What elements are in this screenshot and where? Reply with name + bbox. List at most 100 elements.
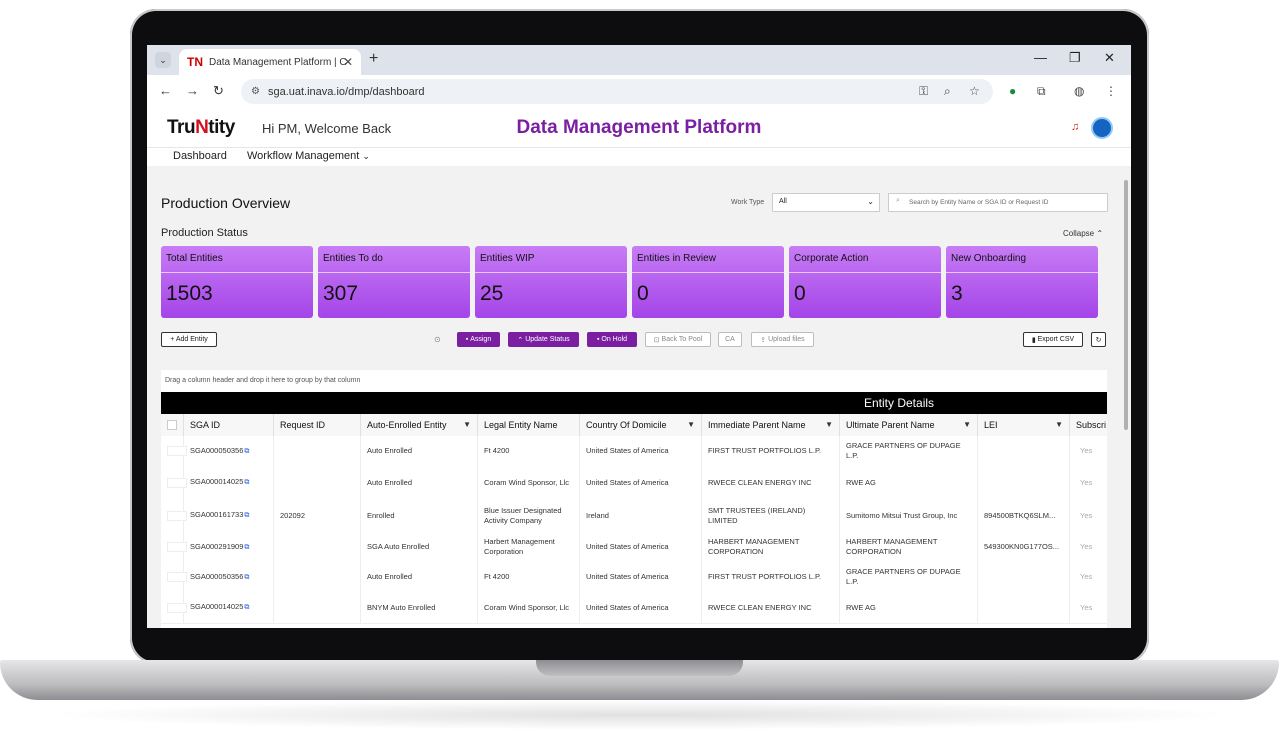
cell-country: United States of America: [580, 592, 702, 623]
forward-icon[interactable]: →: [186, 83, 199, 98]
sga-id-link[interactable]: SGA000014025⧉: [184, 477, 249, 488]
work-type-select[interactable]: All ⌄: [772, 193, 880, 212]
new-tab-icon[interactable]: +: [369, 50, 378, 68]
cell-sga-id[interactable]: SGA000050356⧉: [184, 562, 274, 592]
browser-menu-icon[interactable]: ⋮: [1105, 84, 1117, 98]
header-sga-id[interactable]: SGA ID: [184, 414, 274, 436]
header-immediate-parent[interactable]: Immediate Parent Name ▼: [702, 414, 840, 436]
sga-id-link[interactable]: SGA000291909⧉: [184, 542, 249, 553]
menu-dashboard[interactable]: Dashboard: [173, 150, 227, 162]
extensions-puzzle-icon[interactable]: ⧉: [1037, 84, 1046, 99]
notification-bell-icon[interactable]: ♫: [1071, 121, 1079, 133]
header-country[interactable]: Country Of Domicile ▼: [580, 414, 702, 436]
entity-search-input[interactable]: ⌕ Search by Entity Name or SGA ID or Req…: [888, 193, 1108, 212]
card-entities-in-review[interactable]: Entities in Review 0: [632, 246, 784, 318]
scrollbar-thumb[interactable]: [1124, 180, 1128, 430]
maximize-icon[interactable]: ❐: [1069, 50, 1081, 66]
external-link-icon[interactable]: ⧉: [244, 512, 249, 519]
card-corporate-action[interactable]: Corporate Action 0: [789, 246, 941, 318]
select-all-checkbox[interactable]: [167, 420, 177, 430]
filter-icon[interactable]: ▼: [687, 420, 695, 429]
card-new-onboarding[interactable]: New Onboarding 3: [946, 246, 1098, 318]
upload-icon: ⇪: [760, 336, 769, 344]
chevron-down-icon: ⌄: [867, 197, 874, 206]
cell-ultimate-parent: RWE AG: [840, 592, 978, 623]
external-link-icon[interactable]: ⧉: [244, 448, 249, 455]
upload-files-button[interactable]: ⇪ Upload files: [751, 332, 814, 347]
collapse-toggle[interactable]: Collapse ⌃: [1063, 229, 1103, 238]
external-link-icon[interactable]: ⧉: [244, 544, 249, 551]
window-close-icon[interactable]: ✕: [1104, 50, 1115, 66]
row-select-cell: [161, 592, 187, 623]
sga-id-link[interactable]: SGA000050356⧉: [184, 572, 249, 583]
header-legal-entity-name[interactable]: Legal Entity Name: [478, 414, 580, 436]
filter-icon[interactable]: ▼: [1055, 420, 1063, 429]
select-all-cell: [161, 414, 184, 436]
cell-sga-id[interactable]: SGA000050356⧉: [184, 436, 274, 466]
header-subscription[interactable]: Subscri: [1070, 414, 1107, 436]
add-entity-button[interactable]: + Add Entity: [161, 332, 217, 347]
cell-lei: [978, 436, 1070, 466]
profile-icon[interactable]: ◍: [1074, 84, 1084, 98]
table-row[interactable]: SGA000014025⧉ BNYM Auto Enrolled Coram Win…: [161, 592, 1107, 624]
header-auto-enrolled[interactable]: Auto-Enrolled Entity ▼: [361, 414, 478, 436]
on-hold-button[interactable]: ▪ On Hold: [587, 332, 637, 347]
card-entities-to-do[interactable]: Entities To do 307: [318, 246, 470, 318]
page-scrollbar[interactable]: [1121, 166, 1131, 628]
header-request-id[interactable]: Request ID: [274, 414, 361, 436]
sga-id-link[interactable]: SGA000014025⧉: [184, 602, 249, 613]
menu-workflow-management[interactable]: Workflow Management ⌄: [247, 150, 370, 162]
dashboard-content: Production Overview Work Type All ⌄ ⌕ Se…: [147, 166, 1121, 628]
card-total-entities[interactable]: Total Entities 1503: [161, 246, 313, 318]
reload-icon[interactable]: ↻: [213, 83, 224, 99]
ca-button[interactable]: CA: [718, 332, 742, 347]
external-link-icon[interactable]: ⧉: [244, 604, 249, 611]
chevron-up-icon: ⌃: [1096, 229, 1104, 238]
update-status-button[interactable]: ⌃ Update Status: [508, 332, 579, 347]
sga-id-link[interactable]: SGA000050356⧉: [184, 446, 249, 457]
table-row[interactable]: SGA000161733⧉ 202092 Enrolled Blue Issuer D…: [161, 499, 1107, 533]
export-csv-button[interactable]: ▮ Export CSV: [1023, 332, 1083, 347]
table-row[interactable]: SGA000050356⧉ Auto Enrolled Ft 4200 United …: [161, 562, 1107, 593]
minimize-icon[interactable]: —: [1034, 50, 1047, 65]
refresh-button[interactable]: ↻: [1091, 332, 1106, 347]
user-avatar[interactable]: [1091, 117, 1113, 139]
back-to-pool-button[interactable]: ⊡ Back To Pool: [645, 332, 711, 347]
card-label: Entities in Review: [637, 253, 716, 264]
assign-button[interactable]: ▪ Assign: [457, 332, 500, 347]
zoom-icon[interactable]: ⌕: [944, 84, 951, 99]
header-lei[interactable]: LEI ▼: [978, 414, 1070, 436]
external-link-icon[interactable]: ⧉: [244, 479, 249, 486]
browser-tab[interactable]: TN Data Management Platform | C ✕: [179, 49, 361, 75]
cell-sga-id[interactable]: SGA000291909⧉: [184, 532, 274, 562]
group-drop-zone[interactable]: Drag a column header and drop it here to…: [165, 377, 360, 384]
tab-search-icon[interactable]: ⌄: [155, 52, 171, 68]
tab-close-icon[interactable]: ✕: [343, 55, 353, 69]
cell-request-id: [274, 532, 361, 562]
cell-sga-id[interactable]: SGA000161733⧉: [184, 499, 274, 532]
cell-text: RWECE CLEAN ENERGY INC: [708, 602, 812, 612]
table-row[interactable]: SGA000050356⧉ Auto Enrolled Ft 4200 United …: [161, 436, 1107, 467]
card-entities-wip[interactable]: Entities WIP 25: [475, 246, 627, 318]
filter-icon[interactable]: ▼: [463, 420, 471, 429]
sga-id-link[interactable]: SGA000161733⧉: [184, 510, 249, 521]
external-link-icon[interactable]: ⧉: [244, 574, 249, 581]
grammarly-extension-icon[interactable]: ●: [1009, 84, 1016, 98]
password-key-icon[interactable]: ⚿: [919, 84, 928, 99]
site-info-icon[interactable]: ⚙: [251, 86, 260, 97]
table-row[interactable]: SGA000014025⧉ Auto Enrolled Coram Wind Spo…: [161, 466, 1107, 500]
filter-icon[interactable]: ▼: [825, 420, 833, 429]
collapse-label: Collapse: [1063, 229, 1095, 238]
back-icon[interactable]: ←: [159, 83, 172, 98]
address-bar[interactable]: ⚙ sga.uat.inava.io/dmp/dashboard ⚿ ⌕ ☆: [241, 79, 993, 104]
header-label: LEI: [984, 420, 998, 430]
cell-sga-id[interactable]: SGA000014025⧉: [184, 466, 274, 499]
filter-icon[interactable]: ▼: [963, 420, 971, 429]
bookmark-star-icon[interactable]: ☆: [969, 84, 980, 98]
card-value: 1503: [166, 282, 213, 305]
table-row[interactable]: SGA000291909⧉ SGA Auto Enrolled Harbert Ma…: [161, 532, 1107, 563]
help-icon[interactable]: ⊙: [434, 335, 441, 344]
header-ultimate-parent[interactable]: Ultimate Parent Name ▼: [840, 414, 978, 436]
cell-sga-id[interactable]: SGA000014025⧉: [184, 592, 274, 623]
app-header: TruNtity Hi PM, Welcome Back Data Manage…: [147, 109, 1131, 148]
